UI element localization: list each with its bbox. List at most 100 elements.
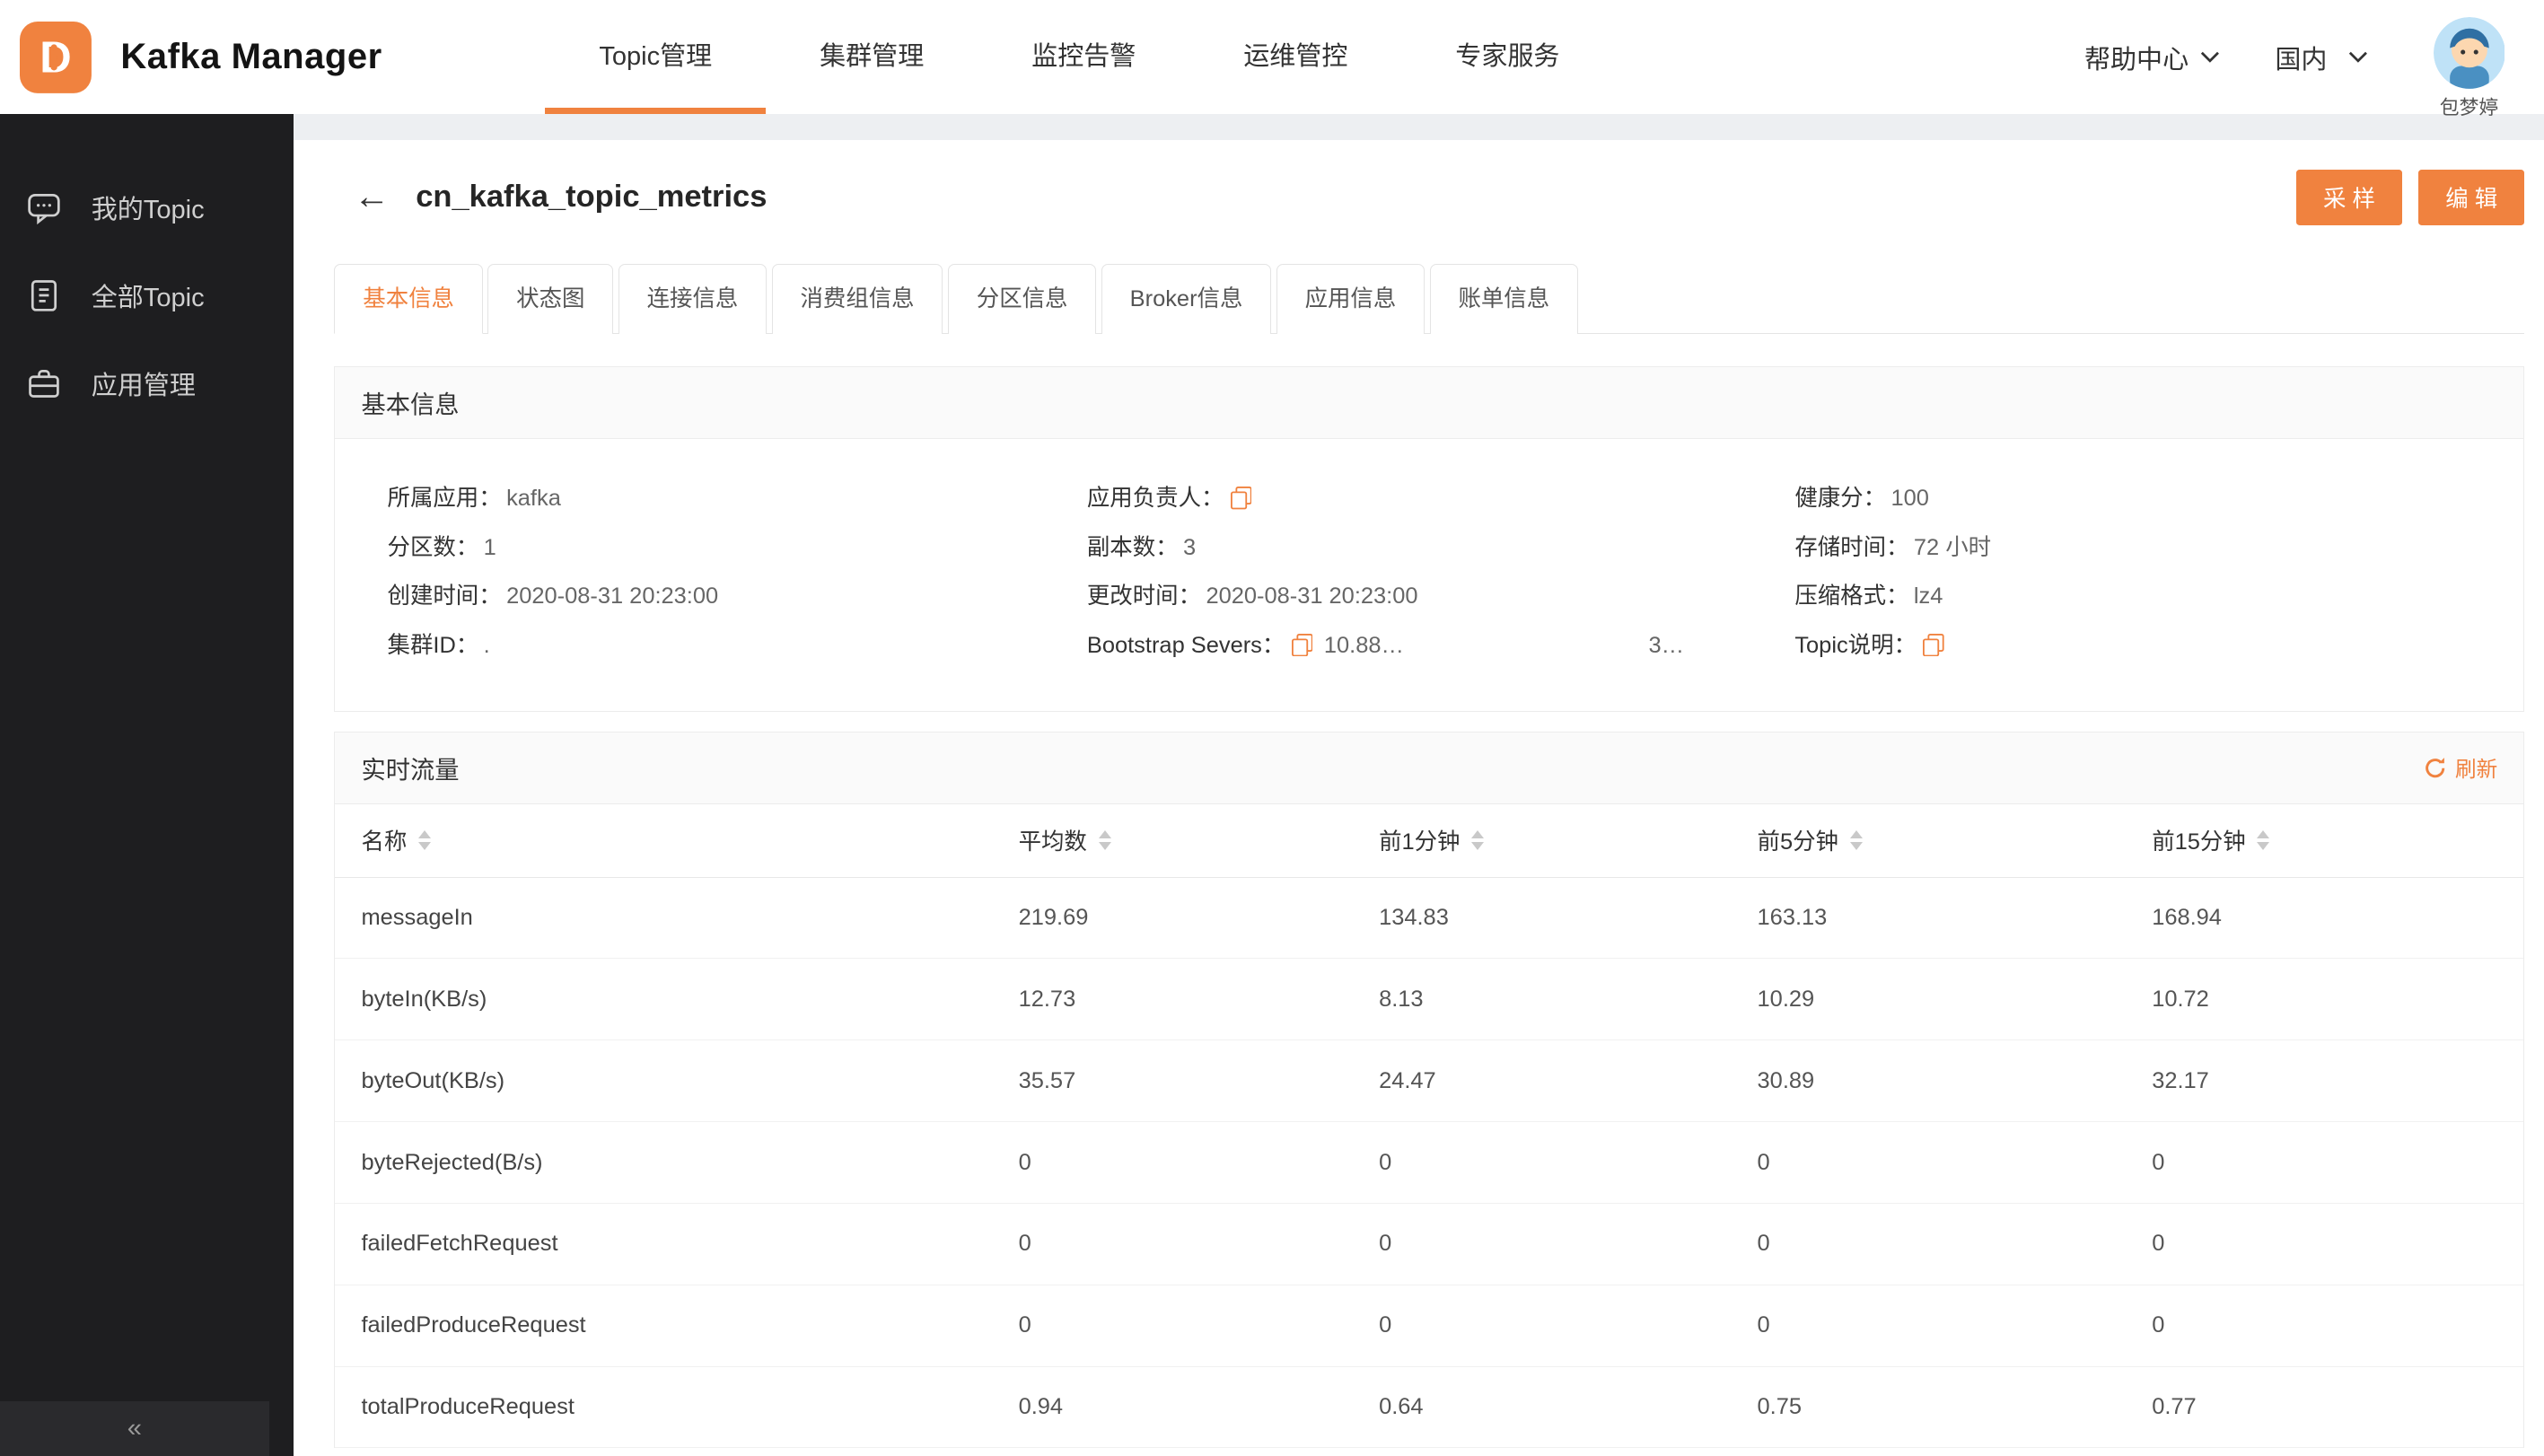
field-value: 2020-08-31 20:23:00: [1206, 583, 1418, 610]
refresh-label: 刷新: [2454, 759, 2498, 783]
metric-5min: 0.75: [1757, 1394, 1803, 1420]
document-icon: [31, 279, 57, 311]
metric-avg: 0.94: [1018, 1394, 1064, 1420]
sidebar-item-label: 我的Topic: [91, 195, 205, 224]
info-field: 存储时间： 72 小时: [1794, 531, 2497, 565]
column-header: 前5分钟: [1758, 824, 2153, 856]
basic-info-title: 基本信息: [361, 390, 460, 419]
nav-item-label: 监控告警: [1031, 42, 1136, 71]
help-center-label: 帮助中心: [2083, 45, 2189, 75]
metric-5min: 30.89: [1757, 1067, 1815, 1093]
info-field: 分区数： 1: [388, 531, 1087, 565]
column-header: 平均数: [1019, 824, 1379, 856]
metric-name: failedFetchRequest: [361, 1231, 558, 1257]
metric-avg: 35.57: [1018, 1067, 1076, 1093]
metric-1min: 0: [1379, 1149, 1392, 1175]
sidebar-item-all-topic[interactable]: 全部Topic: [0, 251, 294, 339]
realtime-panel-header: 实时流量 刷新: [335, 732, 2524, 804]
info-field: 副本数： 3: [1087, 531, 1794, 565]
metric-15min: 168.94: [2152, 905, 2222, 931]
sidebar: 我的Topic 全部Topic 应用管理 «: [0, 114, 294, 1456]
tab-label: 状态图: [516, 286, 585, 312]
tab-label: 消费组信息: [800, 286, 915, 312]
tab[interactable]: 基本信息: [334, 264, 483, 335]
refresh-button[interactable]: 刷新: [2424, 752, 2497, 783]
metric-1min: 0: [1379, 1312, 1392, 1338]
info-field: 创建时间： 2020-08-31 20:23:00: [388, 579, 1087, 613]
table-row: failedProduceRequest 0 0 0 0: [335, 1285, 2524, 1367]
metric-15min: 10.72: [2152, 986, 2209, 1012]
metric-15min: 0: [2152, 1149, 2165, 1175]
copy-icon[interactable]: [1230, 487, 1252, 510]
app-logo-icon: D: [19, 21, 92, 93]
nav-item[interactable]: 集群管理: [766, 0, 978, 114]
sort-icon[interactable]: [1471, 830, 1485, 851]
info-field: 更改时间： 2020-08-31 20:23:00: [1087, 579, 1794, 613]
column-label: 前15分钟: [2152, 829, 2246, 855]
nav-item[interactable]: 监控告警: [978, 0, 1189, 114]
edit-button[interactable]: 编 辑: [2418, 169, 2525, 225]
realtime-traffic-panel: 实时流量 刷新 名称 平均数 前1分钟 前5分钟 前15分钟 messageIn…: [334, 731, 2525, 1449]
brand-title: Kafka Manager: [120, 37, 382, 77]
back-arrow-icon[interactable]: ←: [354, 179, 390, 215]
metric-name: byteRejected(B/s): [361, 1149, 543, 1175]
field-label: 副本数：: [1086, 534, 1179, 560]
sort-icon[interactable]: [2257, 830, 2270, 851]
sort-icon[interactable]: [1098, 830, 1111, 851]
tab[interactable]: 状态图: [487, 264, 614, 335]
sort-icon[interactable]: [1849, 830, 1863, 851]
column-label: 平均数: [1018, 829, 1087, 855]
field-label: 创建时间：: [387, 583, 502, 610]
brand[interactable]: D Kafka Manager: [19, 21, 382, 93]
nav-item-label: 专家服务: [1455, 42, 1560, 71]
detail-tabs: 基本信息 状态图 连接信息 消费组信息 分区信息 Broker信息 应用信息 账…: [334, 264, 2525, 335]
region-selector[interactable]: 国内: [2275, 39, 2368, 76]
metric-5min: 163.13: [1757, 905, 1828, 931]
metric-5min: 0: [1757, 1231, 1770, 1257]
field-value: 3: [1183, 534, 1197, 560]
sample-button[interactable]: 采 样: [2295, 169, 2403, 225]
nav-item-label: 运维管控: [1243, 42, 1348, 71]
tab[interactable]: 分区信息: [947, 264, 1097, 335]
field-value: 10.88…: [1323, 632, 1404, 658]
field-label: 所属应用：: [387, 486, 502, 512]
nav-item[interactable]: Topic管理: [545, 0, 767, 115]
info-field: 健康分： 100: [1794, 481, 2497, 515]
sidebar-item-app-manage[interactable]: 应用管理: [0, 339, 294, 427]
header-actions: 采 样 编 辑: [2295, 169, 2525, 225]
field-label: 健康分：: [1794, 486, 1887, 512]
tab[interactable]: 应用信息: [1276, 264, 1426, 335]
copy-icon[interactable]: [1291, 633, 1313, 657]
help-center-menu[interactable]: 帮助中心: [2084, 39, 2220, 76]
sort-icon[interactable]: [418, 830, 432, 851]
field-label: 分区数：: [387, 534, 479, 560]
tab[interactable]: 消费组信息: [771, 264, 943, 335]
nav-item[interactable]: 专家服务: [1401, 0, 1613, 114]
metrics-table-header: 名称 平均数 前1分钟 前5分钟 前15分钟: [335, 804, 2524, 878]
region-label: 国内: [2275, 45, 2328, 75]
field-value: 2020-08-31 20:23:00: [506, 583, 719, 610]
nav-item-label: 集群管理: [820, 42, 925, 71]
sidebar-item-my-topic[interactable]: 我的Topic: [0, 163, 294, 251]
user-menu[interactable]: 包梦婷: [2433, 17, 2505, 120]
nav-item-label: Topic管理: [599, 42, 713, 71]
refresh-icon: [2426, 757, 2445, 777]
user-name: 包梦婷: [2439, 95, 2499, 118]
copy-icon[interactable]: [1923, 633, 1944, 657]
table-row: byteRejected(B/s) 0 0 0 0: [335, 1122, 2524, 1204]
metric-name: failedProduceRequest: [361, 1312, 586, 1338]
basic-info-panel: 基本信息 所属应用： kafka 应用负责人： 健康分： 100 分区数： 1 …: [334, 365, 2525, 713]
metric-5min: 10.29: [1757, 986, 1815, 1012]
field-value: 1: [483, 534, 496, 560]
tab[interactable]: 连接信息: [618, 264, 768, 335]
column-label: 名称: [361, 829, 408, 855]
metric-1min: 24.47: [1379, 1067, 1436, 1093]
sidebar-collapse-button[interactable]: «: [0, 1400, 269, 1456]
table-row: totalProduceRequest 0.94 0.64 0.75 0.77: [335, 1367, 2524, 1449]
nav-item[interactable]: 运维管控: [1189, 0, 1401, 114]
tab[interactable]: Broker信息: [1101, 264, 1272, 335]
metric-1min: 0.64: [1379, 1394, 1424, 1420]
tab-label: 应用信息: [1304, 286, 1397, 312]
tab[interactable]: 账单信息: [1429, 264, 1579, 335]
collapse-icon: «: [127, 1413, 142, 1443]
